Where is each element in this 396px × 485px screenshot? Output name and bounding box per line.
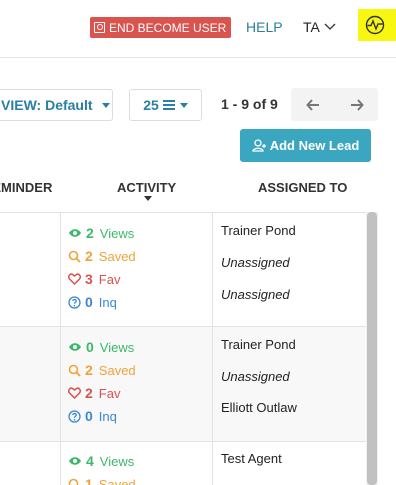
caret-down-icon xyxy=(179,102,188,108)
per-page-select[interactable]: 25 xyxy=(129,89,202,121)
leads-page: END BECOME USER HELP TA VIEW: Default 25… xyxy=(0,0,396,485)
search-icon xyxy=(68,364,81,377)
caret-down-icon xyxy=(101,102,110,108)
heart-icon xyxy=(68,387,81,399)
assigned-agent[interactable]: Trainer Pond xyxy=(221,223,296,238)
end-become-user-label: END BECOME USER xyxy=(109,20,227,35)
user-initials: TA xyxy=(303,19,320,35)
divider xyxy=(0,441,378,442)
fav-label: Fav xyxy=(98,385,121,401)
inquiry-count: 0 xyxy=(85,408,93,424)
pulse-icon xyxy=(365,15,385,35)
saved-count: 2 xyxy=(85,362,93,378)
views-stat[interactable]: 2 Views xyxy=(68,225,134,241)
assigned-agent[interactable]: Unassigned xyxy=(221,255,290,270)
saved-label: Saved xyxy=(98,248,136,264)
activity-monitor-button[interactable] xyxy=(358,9,396,41)
fav-label: Fav xyxy=(98,271,121,287)
add-new-lead-button[interactable]: Add New Lead xyxy=(240,129,371,162)
divider xyxy=(212,212,213,485)
column-header-assigned-to[interactable]: ASSIGNED TO xyxy=(258,180,347,195)
views-label: Views xyxy=(99,453,135,469)
column-header-reminder[interactable]: REMINDER xyxy=(0,180,52,195)
question-circle-icon xyxy=(68,295,81,309)
table-row[interactable] xyxy=(0,213,365,326)
next-page-button[interactable] xyxy=(335,88,378,121)
column-header-activity[interactable]: ACTIVITY xyxy=(117,180,176,195)
view-select-label: VIEW: Default xyxy=(1,97,93,113)
arrow-left-icon xyxy=(305,98,319,111)
fav-count: 2 xyxy=(85,385,93,401)
search-icon xyxy=(68,250,81,263)
fav-stat[interactable]: 3 Fav xyxy=(68,271,120,287)
eye-icon xyxy=(69,457,81,465)
help-link[interactable]: HELP xyxy=(246,19,283,35)
saved-stat[interactable]: 2 Saved xyxy=(68,248,136,264)
views-count: 4 xyxy=(86,453,94,469)
question-circle-icon xyxy=(68,409,81,423)
pagination-status: 1 - 9 of 9 xyxy=(221,96,278,112)
inquiry-label: Inq xyxy=(98,294,117,310)
saved-count: 1 xyxy=(85,476,93,485)
inquiry-label: Inq xyxy=(98,408,117,424)
user-badge-icon xyxy=(94,22,105,33)
views-stat[interactable]: 4 Views xyxy=(68,453,134,469)
inquiry-stat[interactable]: 0 Inq xyxy=(68,408,117,424)
top-bar: END BECOME USER HELP TA xyxy=(0,0,396,58)
divider xyxy=(60,212,61,485)
arrow-right-icon xyxy=(350,98,364,111)
assigned-agent[interactable]: Test Agent xyxy=(221,451,282,466)
saved-count: 2 xyxy=(85,248,93,264)
fav-count: 3 xyxy=(85,271,93,287)
views-label: Views xyxy=(99,225,135,241)
assigned-agent[interactable]: Elliott Outlaw xyxy=(221,400,297,415)
divider xyxy=(0,212,378,213)
assigned-agent[interactable]: Unassigned xyxy=(221,287,290,302)
pager-buttons xyxy=(291,88,378,121)
assigned-agent[interactable]: Unassigned xyxy=(221,369,290,384)
per-page-value: 25 xyxy=(143,97,159,113)
chevron-down-icon xyxy=(324,23,336,30)
views-count: 2 xyxy=(86,225,94,241)
assigned-agent[interactable]: Trainer Pond xyxy=(221,337,296,352)
saved-label: Saved xyxy=(98,362,136,378)
inquiry-count: 0 xyxy=(85,294,93,310)
eye-icon xyxy=(69,229,81,237)
user-menu[interactable]: TA xyxy=(303,19,336,35)
sort-caret-icon xyxy=(144,196,152,201)
search-icon xyxy=(68,478,79,485)
add-user-icon xyxy=(252,139,266,152)
inquiry-stat[interactable]: 0 Inq xyxy=(68,294,117,310)
divider xyxy=(0,326,378,327)
heart-icon xyxy=(68,273,81,285)
add-new-lead-label: Add New Lead xyxy=(269,138,360,153)
end-become-user-button[interactable]: END BECOME USER xyxy=(90,17,232,38)
views-count: 0 xyxy=(86,339,94,355)
views-stat[interactable]: 0 Views xyxy=(68,339,134,355)
saved-stat[interactable]: 1 Saved xyxy=(68,476,136,485)
table-row[interactable] xyxy=(0,442,365,485)
scrollbar-thumb[interactable] xyxy=(367,212,377,485)
previous-page-button[interactable] xyxy=(291,88,334,121)
eye-icon xyxy=(69,343,81,351)
saved-label: Saved xyxy=(98,476,136,485)
table-row[interactable] xyxy=(0,327,365,441)
views-label: Views xyxy=(99,339,135,355)
list-icon xyxy=(162,100,175,110)
view-select[interactable]: VIEW: Default xyxy=(0,89,113,121)
fav-stat[interactable]: 2 Fav xyxy=(68,385,120,401)
saved-stat[interactable]: 2 Saved xyxy=(68,362,136,378)
